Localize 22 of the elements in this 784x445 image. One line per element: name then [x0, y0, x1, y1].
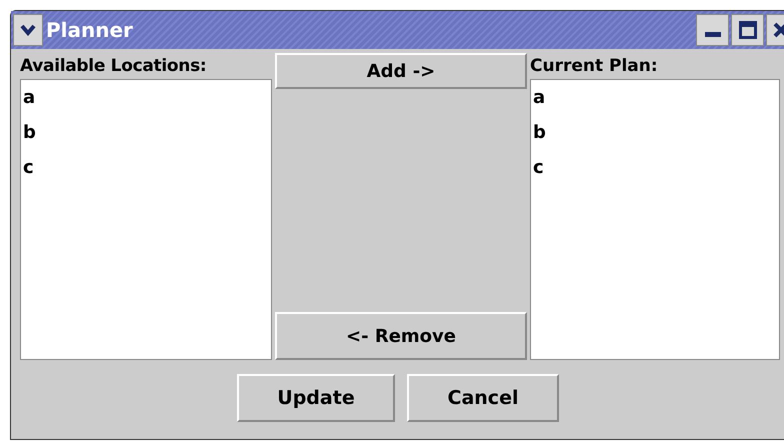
remove-button[interactable]: <- Remove	[275, 312, 527, 360]
list-item[interactable]: a	[21, 80, 271, 115]
chevron-down-icon	[20, 24, 36, 36]
minimize-button[interactable]	[696, 14, 729, 46]
list-item[interactable]: c	[531, 150, 779, 185]
close-icon	[773, 22, 784, 38]
minimize-icon	[704, 32, 720, 37]
cancel-button[interactable]: Cancel	[407, 374, 559, 422]
maximize-button[interactable]	[731, 14, 764, 46]
list-item[interactable]: b	[531, 115, 779, 150]
list-item[interactable]: b	[21, 115, 271, 150]
list-label: Available Locations:	[20, 55, 208, 78]
add-button[interactable]: Add ->	[275, 53, 527, 89]
list-item[interactable]: c	[21, 150, 271, 185]
available-list[interactable]: a b c	[20, 79, 272, 360]
window-title: Planner	[46, 17, 134, 44]
list-item[interactable]: a	[531, 80, 779, 115]
list-label: Current Plan:	[530, 55, 659, 78]
maximize-icon	[738, 21, 756, 39]
update-button[interactable]: Update	[237, 374, 395, 422]
window-menu-button[interactable]	[13, 14, 43, 46]
current-plan-list[interactable]: a b c	[530, 79, 780, 360]
